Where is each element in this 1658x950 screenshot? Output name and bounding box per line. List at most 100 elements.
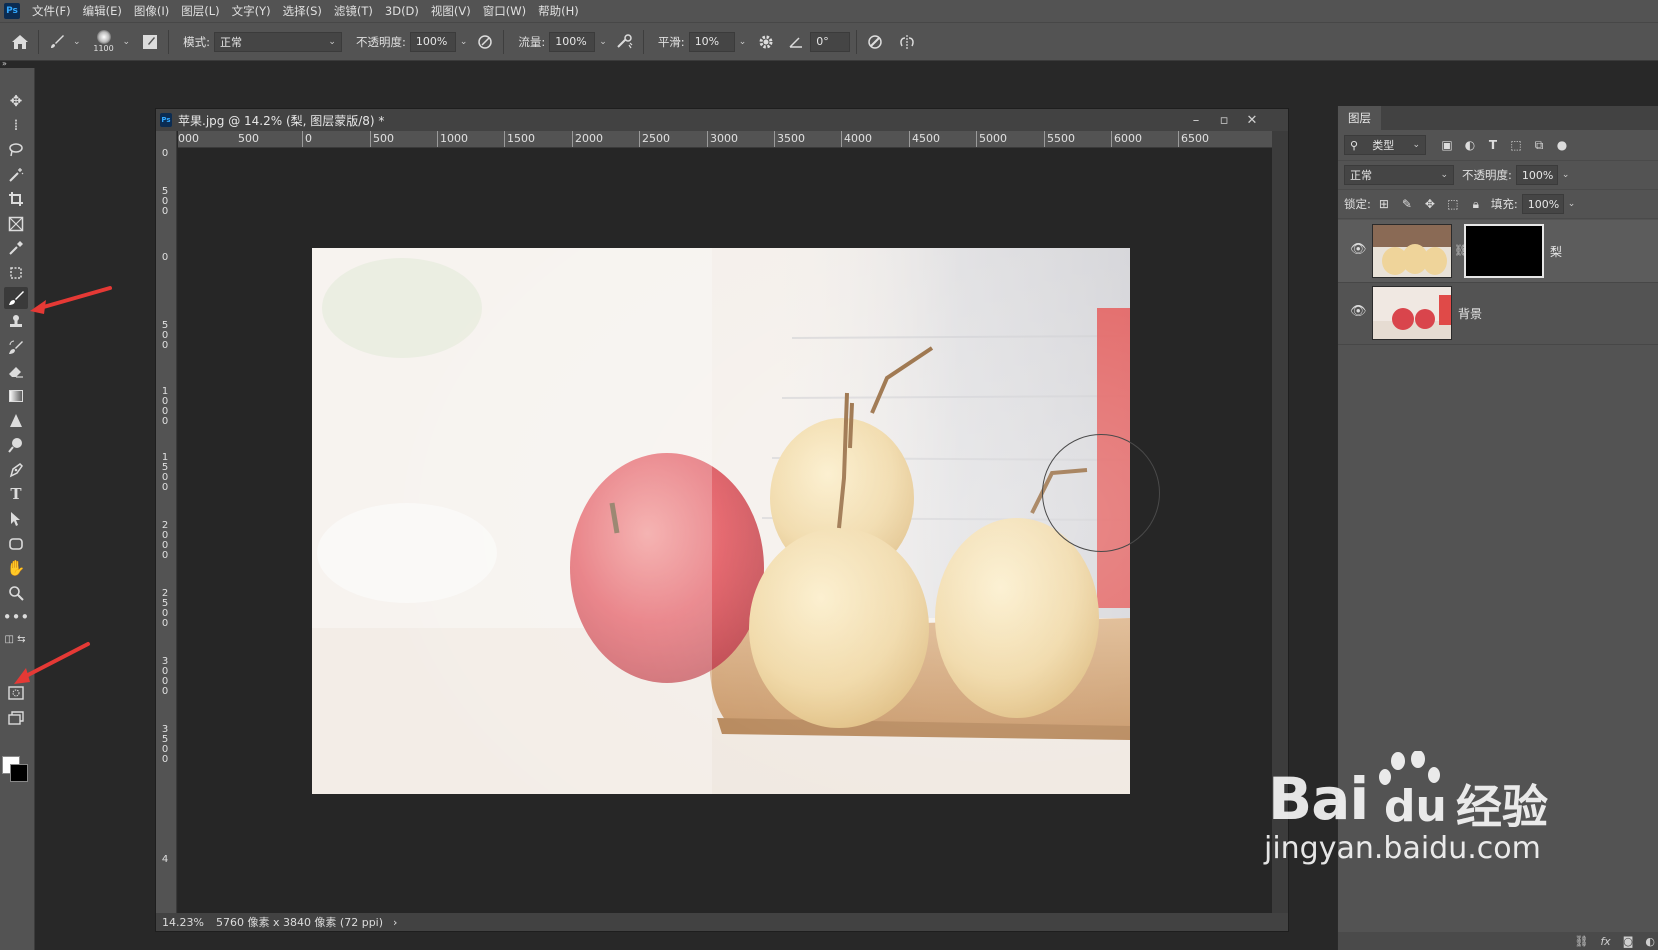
chevron-down-icon[interactable]: ⌄ bbox=[1568, 199, 1576, 209]
ruler-label: 0 bbox=[161, 148, 169, 159]
gear-icon[interactable] bbox=[754, 30, 778, 54]
airbrush-icon[interactable] bbox=[613, 30, 637, 54]
home-icon[interactable] bbox=[8, 30, 32, 54]
toolbar-collapse-icon[interactable]: » bbox=[0, 60, 36, 68]
close-icon[interactable]: ✕ bbox=[1238, 113, 1266, 128]
more-icon[interactable]: ••• bbox=[3, 606, 30, 628]
filter-type-icon[interactable]: T bbox=[1486, 138, 1500, 152]
menu-layer[interactable]: 图层(L) bbox=[175, 0, 225, 22]
frame-icon[interactable] bbox=[4, 213, 28, 235]
layer-filter-select[interactable]: ⚲ 类型 ⌄ bbox=[1344, 135, 1426, 155]
filter-adjustment-icon[interactable]: ◐ bbox=[1463, 138, 1477, 152]
brush-icon[interactable] bbox=[4, 287, 28, 309]
lock-pixels-icon[interactable]: ✎ bbox=[1400, 197, 1414, 211]
menu-filter[interactable]: 滤镜(T) bbox=[328, 0, 379, 22]
mode-select[interactable]: 正常 ⌄ bbox=[213, 31, 342, 52]
fill-input[interactable]: 100% bbox=[1521, 194, 1564, 214]
gradient-icon[interactable] bbox=[4, 385, 28, 407]
link-layers-icon[interactable]: ⛓︎ bbox=[1574, 935, 1588, 948]
blend-mode-select[interactable]: 正常 ⌄ bbox=[1344, 165, 1454, 185]
chevron-down-icon[interactable]: ⌄ bbox=[460, 37, 468, 47]
layer-row[interactable]: 👁︎ 背景 bbox=[1338, 282, 1658, 345]
blur-icon[interactable] bbox=[4, 410, 28, 432]
lock-position-icon[interactable]: ✥ bbox=[1423, 197, 1437, 211]
menu-file[interactable]: 文件(F) bbox=[26, 0, 77, 22]
flow-input[interactable]: 100% bbox=[549, 31, 596, 52]
marquee-icon[interactable]: ⁞ bbox=[4, 114, 28, 136]
history-brush-icon[interactable] bbox=[4, 336, 28, 358]
canvas-image[interactable] bbox=[312, 248, 1130, 794]
crop-icon[interactable] bbox=[4, 188, 28, 210]
adjustment-layer-icon[interactable]: ◐ bbox=[1645, 935, 1655, 948]
opacity-input[interactable]: 100% bbox=[409, 31, 456, 52]
lock-artboard-icon[interactable]: ⬚ bbox=[1446, 197, 1460, 211]
layer-mask-thumbnail[interactable] bbox=[1464, 224, 1544, 278]
divider bbox=[38, 29, 39, 54]
screen-mode-icon[interactable] bbox=[4, 707, 28, 729]
maximize-icon[interactable]: ▫ bbox=[1210, 113, 1238, 128]
ruler-label: 1 0 0 0 bbox=[161, 386, 169, 427]
add-mask-icon[interactable]: ◙ bbox=[1623, 935, 1634, 948]
minimize-icon[interactable]: – bbox=[1182, 113, 1210, 128]
layer-opacity-input[interactable]: 100% bbox=[1515, 165, 1558, 185]
brush-tool-preset-icon[interactable] bbox=[45, 30, 69, 54]
ruler-tick bbox=[707, 131, 708, 147]
chevron-down-icon[interactable]: ⌄ bbox=[73, 37, 81, 47]
stamp-icon[interactable] bbox=[4, 311, 28, 333]
brush-settings-panel-icon[interactable] bbox=[138, 30, 162, 54]
layer-row[interactable]: 👁︎ ⛓︎ 梨 bbox=[1338, 220, 1658, 283]
menu-type[interactable]: 文字(Y) bbox=[226, 0, 277, 22]
divider bbox=[642, 29, 644, 54]
path-select-icon[interactable] bbox=[4, 508, 28, 530]
move-icon[interactable]: ✥ bbox=[4, 90, 28, 112]
fx-icon[interactable]: fx bbox=[1600, 935, 1610, 948]
menu-window[interactable]: 窗口(W) bbox=[477, 0, 532, 22]
menu-3d[interactable]: 3D(D) bbox=[379, 0, 425, 22]
lock-all-icon[interactable]: 🔒︎ bbox=[1469, 197, 1483, 212]
horizontal-ruler[interactable]: 000 500 0 500 1000 1500 2000 2500 3000 3… bbox=[178, 131, 1272, 148]
menu-help[interactable]: 帮助(H) bbox=[532, 0, 585, 22]
chevron-down-icon[interactable]: ⌄ bbox=[1562, 170, 1570, 180]
lock-transparency-icon[interactable]: ⊞ bbox=[1377, 197, 1391, 211]
menu-edit[interactable]: 编辑(E) bbox=[77, 0, 128, 22]
filter-smart-object-icon[interactable]: ⧉ bbox=[1532, 138, 1546, 153]
pen-icon[interactable] bbox=[4, 459, 28, 481]
document-titlebar[interactable]: Ps 苹果.jpg @ 14.2% (梨, 图层蒙版/8) * – ▫ ✕ bbox=[156, 109, 1288, 131]
vertical-ruler[interactable]: 0 5 0 0 0 5 0 0 1 0 0 0 1 5 0 0 2 0 0 0 … bbox=[156, 131, 177, 913]
magic-wand-icon[interactable] bbox=[4, 164, 28, 186]
ruler-label: 2 5 0 0 bbox=[161, 588, 169, 629]
shape-icon[interactable] bbox=[4, 533, 28, 555]
angle-input[interactable]: 0° bbox=[810, 31, 851, 52]
filter-toggle-icon[interactable]: ● bbox=[1555, 138, 1569, 152]
eyedropper-icon[interactable] bbox=[4, 237, 28, 259]
type-icon[interactable]: T bbox=[4, 483, 28, 505]
lasso-icon[interactable] bbox=[4, 139, 28, 161]
eye-icon[interactable]: 👁︎ bbox=[1350, 304, 1367, 319]
chevron-right-icon[interactable]: › bbox=[393, 916, 397, 929]
menu-image[interactable]: 图像(I) bbox=[128, 0, 175, 22]
eraser-icon[interactable] bbox=[4, 360, 28, 382]
pressure-size-icon[interactable] bbox=[863, 30, 887, 54]
eye-icon[interactable]: 👁︎ bbox=[1350, 242, 1367, 257]
chevron-down-icon[interactable]: ⌄ bbox=[123, 37, 131, 47]
menu-select[interactable]: 选择(S) bbox=[277, 0, 328, 22]
filter-pixel-icon[interactable]: ▣ bbox=[1440, 138, 1454, 152]
tab-layers[interactable]: 图层 bbox=[1338, 106, 1381, 130]
lock-label: 锁定: bbox=[1344, 197, 1371, 211]
menu-view[interactable]: 视图(V) bbox=[425, 0, 477, 22]
canvas-area[interactable] bbox=[178, 148, 1272, 913]
pressure-opacity-icon[interactable] bbox=[473, 30, 497, 54]
chevron-down-icon[interactable]: ⌄ bbox=[599, 37, 607, 47]
zoom-icon[interactable] bbox=[4, 582, 28, 604]
ruler-tick bbox=[572, 131, 573, 147]
background-color-swatch[interactable] bbox=[10, 764, 28, 782]
chevron-down-icon[interactable]: ⌄ bbox=[739, 37, 747, 47]
patch-icon[interactable] bbox=[4, 262, 28, 284]
smoothing-input[interactable]: 10% bbox=[688, 31, 735, 52]
brush-preset-picker[interactable]: 1100 bbox=[89, 30, 119, 53]
zoom-level[interactable]: 14.23% bbox=[162, 916, 204, 929]
filter-shape-icon[interactable]: ⬚ bbox=[1509, 138, 1523, 152]
hand-icon[interactable]: ✋ bbox=[4, 557, 28, 579]
dodge-icon[interactable] bbox=[4, 434, 28, 456]
symmetry-icon[interactable] bbox=[895, 30, 919, 54]
